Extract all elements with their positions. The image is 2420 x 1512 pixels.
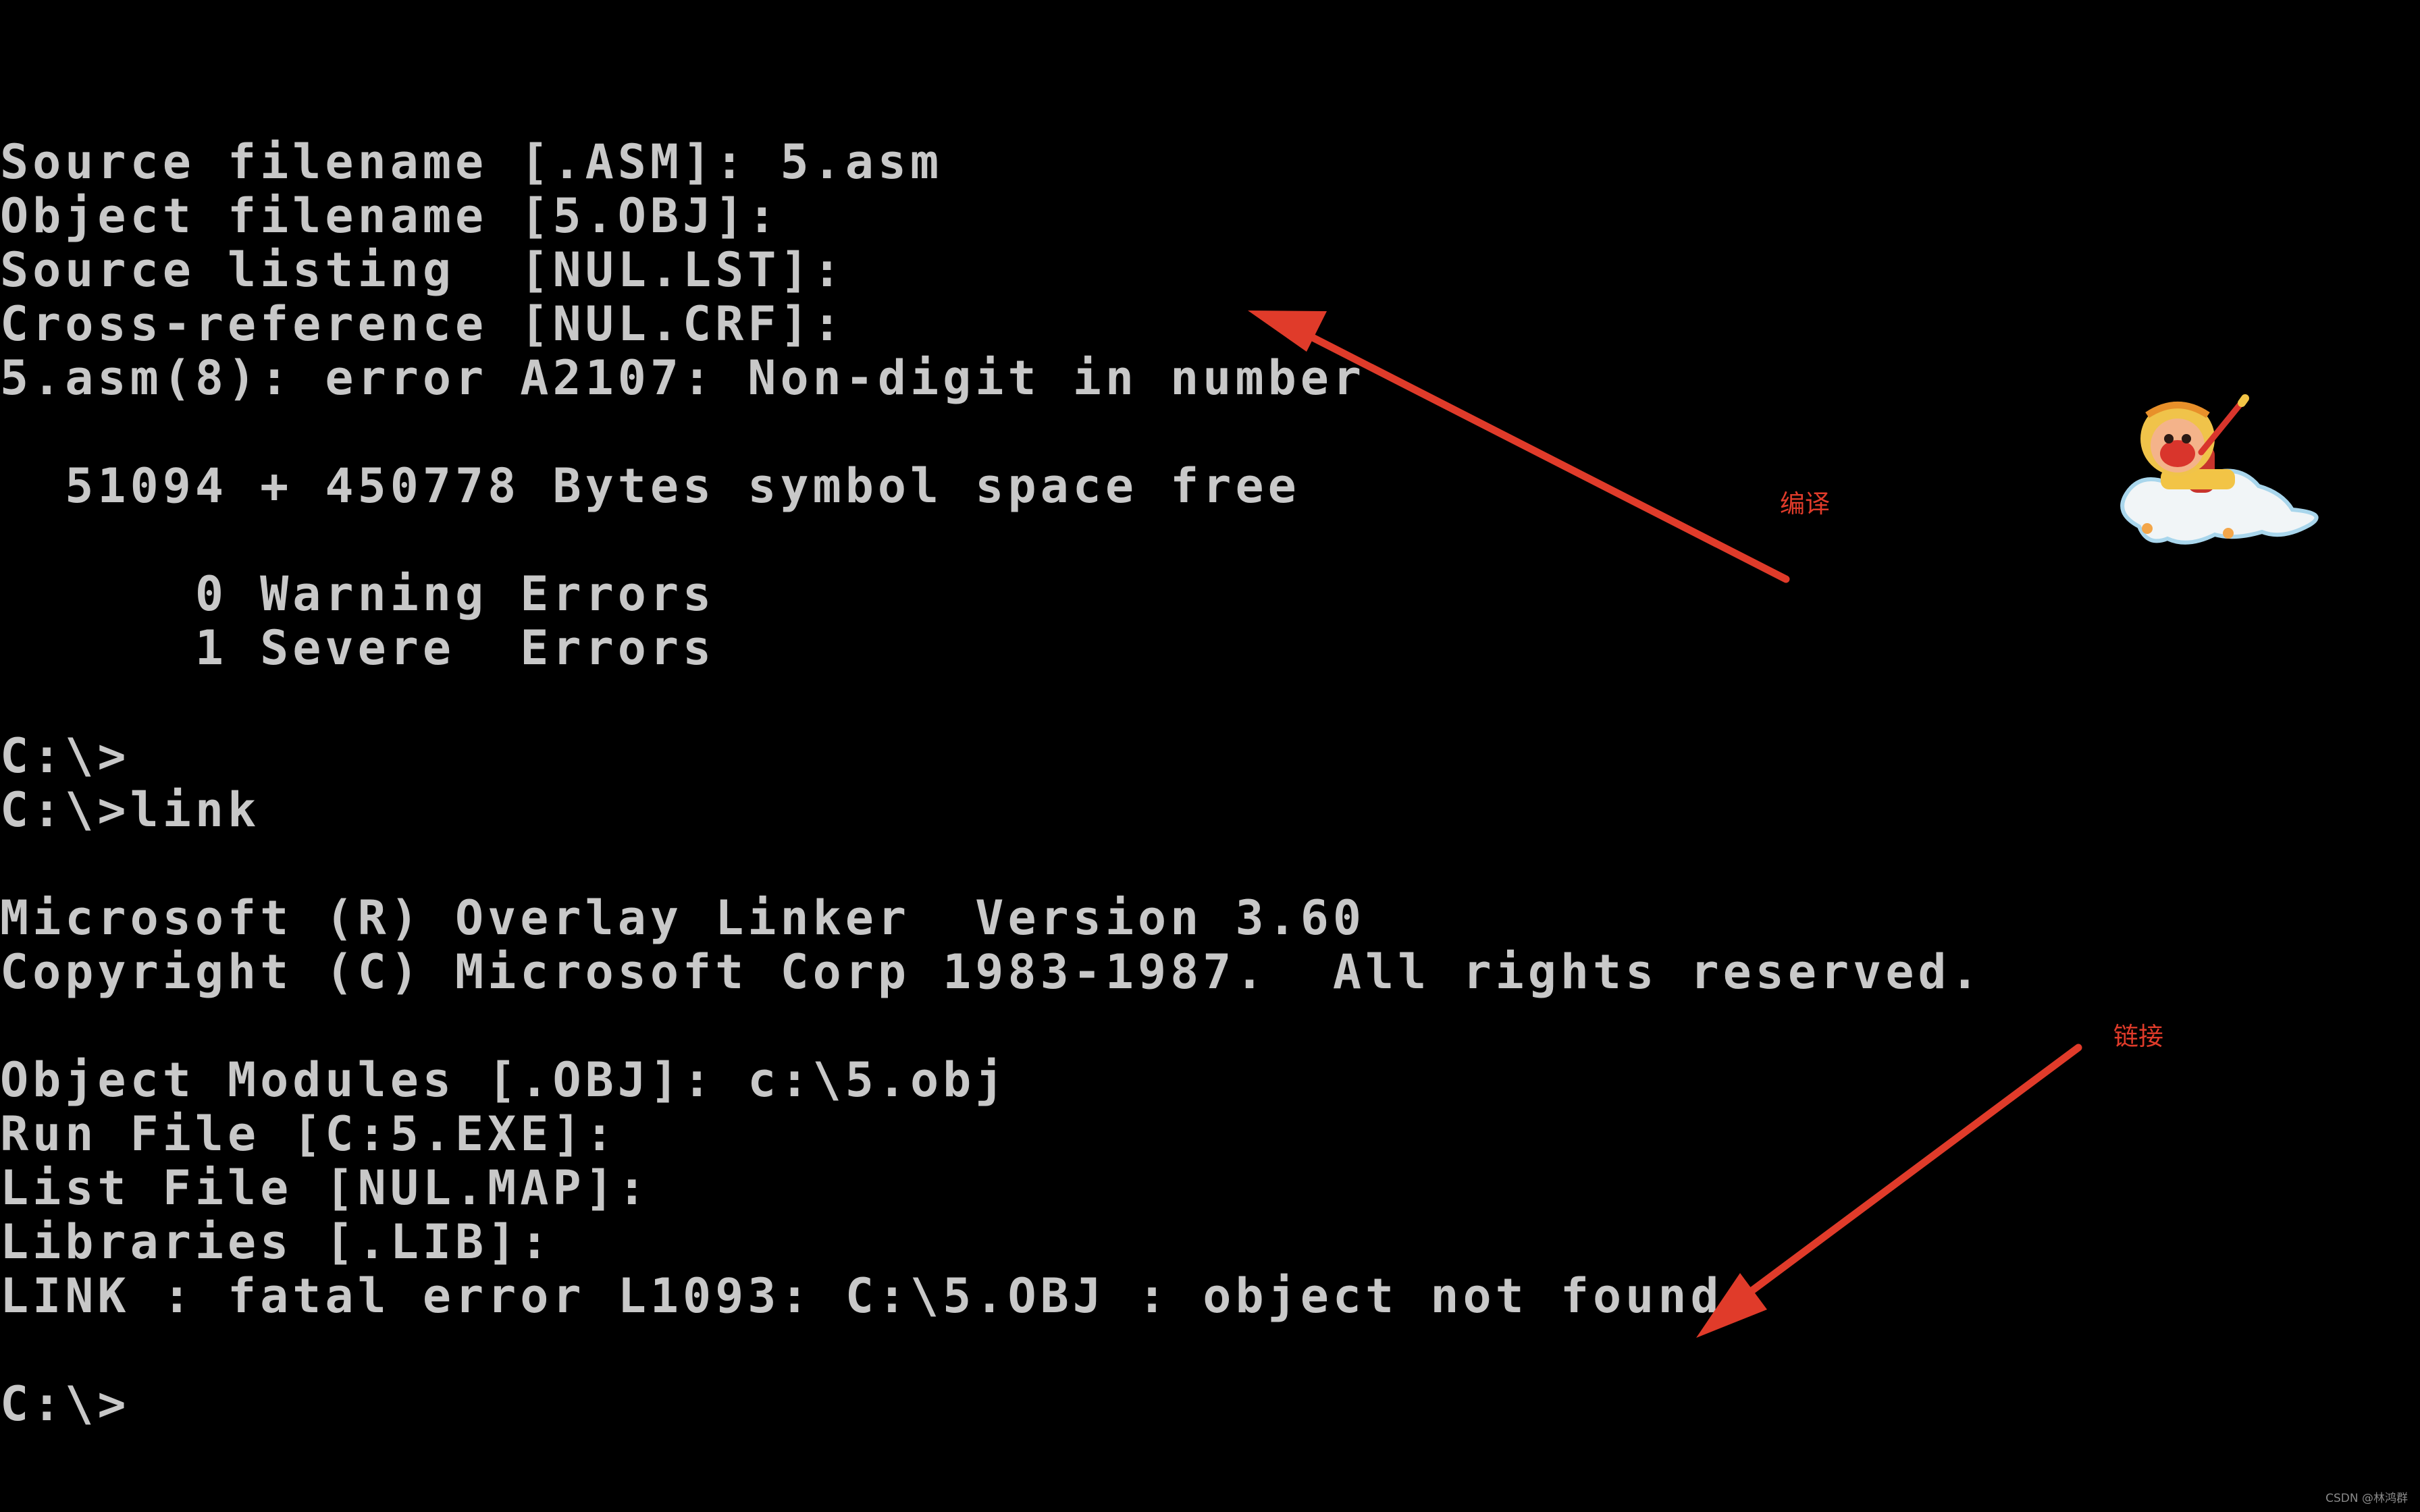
link-arrow [1696,1044,2082,1338]
csdn-watermark: CSDN @林鸿群 [2325,1492,2408,1505]
compile-annotation-label: 编译 [1780,489,1830,518]
dos-terminal-screen: Source filename [.ASM]: 5.asm Object fil… [0,0,2420,1512]
annotation-overlay [1248,310,2319,1338]
link-annotation-label: 链接 [2113,1022,2163,1051]
monkey-king-on-cloud-sticker [2120,394,2319,545]
compile-arrow [1248,310,1790,583]
